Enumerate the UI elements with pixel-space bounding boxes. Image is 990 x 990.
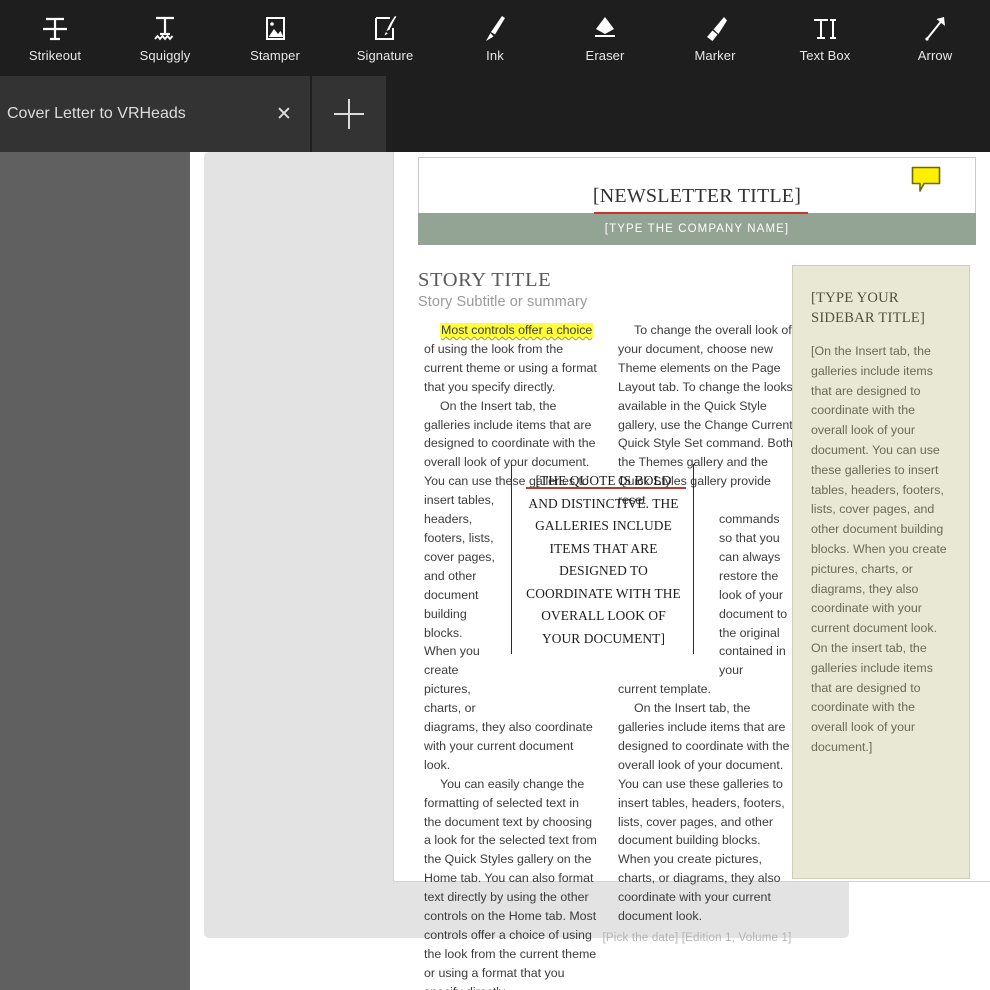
tool-label: Ink [486, 48, 504, 63]
company-name-band: [TYPE THE COMPANY NAME] [418, 213, 976, 245]
document-page[interactable]: [NEWSLETTER TITLE] [TYPE THE COMPANY NAM… [394, 152, 990, 990]
tool-label: Text Box [799, 48, 851, 63]
paragraph-tail: current template. [618, 682, 711, 697]
sidebar-title: [TYPE YOUR SIDEBAR TITLE] [811, 290, 925, 326]
newsletter-title: [NEWSLETTER TITLE] [592, 185, 802, 207]
tool-ink[interactable]: Ink [440, 0, 550, 76]
paragraph: On the Insert tab, the galleries include… [618, 701, 790, 924]
column-a: Most controls offer a choice of using th… [424, 321, 599, 990]
marker-icon [693, 9, 737, 47]
tool-stamper[interactable]: Stamper [220, 0, 330, 76]
paragraph: Most controls offer a choice of using th… [424, 321, 599, 397]
tab-cover-letter[interactable]: Cover Letter to VRHeads ✕ [0, 76, 310, 152]
ink-brush-icon [473, 9, 517, 47]
tool-signature[interactable]: Signature [330, 0, 440, 76]
stamper-icon [253, 9, 297, 47]
tool-label: Signature [356, 48, 414, 63]
page-shell: [NEWSLETTER TITLE] [TYPE THE COMPANY NAM… [204, 152, 990, 990]
document-footer: [Pick the date] [Edition 1, Volume 1] [602, 932, 792, 944]
tool-strikeout[interactable]: Strikeout [0, 0, 110, 76]
tool-label: Eraser [585, 48, 625, 63]
paragraph-text: of using the look from the current theme… [424, 341, 597, 394]
strikeout-icon [33, 9, 77, 47]
strikeout-annotation [594, 212, 808, 214]
tool-marker[interactable]: Marker [660, 0, 770, 76]
pull-quote-text: [THE QUOTE IS BOLD AND DISTINCTIVE. THE … [526, 473, 681, 646]
new-tab-button[interactable] [312, 76, 386, 152]
underline-annotation [526, 487, 686, 489]
tool-label: Arrow [917, 48, 953, 63]
close-icon[interactable]: ✕ [258, 76, 310, 152]
document-viewer[interactable]: [NEWSLETTER TITLE] [TYPE THE COMPANY NAM… [190, 152, 990, 990]
highlight-annotation: Most controls offer a choice [440, 323, 594, 337]
tool-arrow[interactable]: Arrow [880, 0, 990, 76]
text-box-icon [803, 9, 847, 47]
pull-quote: [THE QUOTE IS BOLD AND DISTINCTIVE. THE … [511, 464, 694, 654]
paragraph-wrapped: commands so that you can always restore … [719, 512, 788, 678]
masthead: [NEWSLETTER TITLE] [418, 157, 976, 214]
left-rail-panel [0, 152, 190, 990]
tool-label: Strikeout [28, 48, 82, 63]
squiggly-icon [143, 9, 187, 47]
tool-label: Squiggly [139, 48, 191, 63]
sidebar-box: [TYPE YOUR SIDEBAR TITLE] [On the Insert… [792, 265, 970, 879]
tab-title: Cover Letter to VRHeads [7, 105, 186, 122]
tool-label: Stamper [250, 48, 300, 63]
paragraph-wrapped: headers, footers, lists, cover pages, an… [424, 512, 495, 716]
eraser-icon [583, 9, 627, 47]
annotation-toolbar: Strikeout Squiggly Stamper Signature Ink… [0, 0, 990, 76]
paragraph: You can easily change the formatting of … [424, 776, 597, 990]
app-body: [NEWSLETTER TITLE] [TYPE THE COMPANY NAM… [0, 152, 990, 990]
company-name: [TYPE THE COMPANY NAME] [604, 223, 790, 235]
document-content: STORY TITLE Story Subtitle or summary Mo… [418, 265, 976, 990]
tool-eraser[interactable]: Eraser [550, 0, 660, 76]
tool-label: Marker [694, 48, 736, 63]
tab-strip: Cover Letter to VRHeads ✕ [0, 76, 990, 152]
paragraph-tail: diagrams, they also coordinate with your… [424, 720, 593, 772]
tool-text-box[interactable]: Text Box [770, 0, 880, 76]
yellow-comment-bubble-icon[interactable] [911, 166, 941, 193]
signature-icon [363, 9, 407, 47]
tool-squiggly[interactable]: Squiggly [110, 0, 220, 76]
sidebar-body: [On the Insert tab, the galleries includ… [811, 344, 947, 754]
plus-icon [334, 99, 364, 129]
arrow-icon [913, 9, 957, 47]
